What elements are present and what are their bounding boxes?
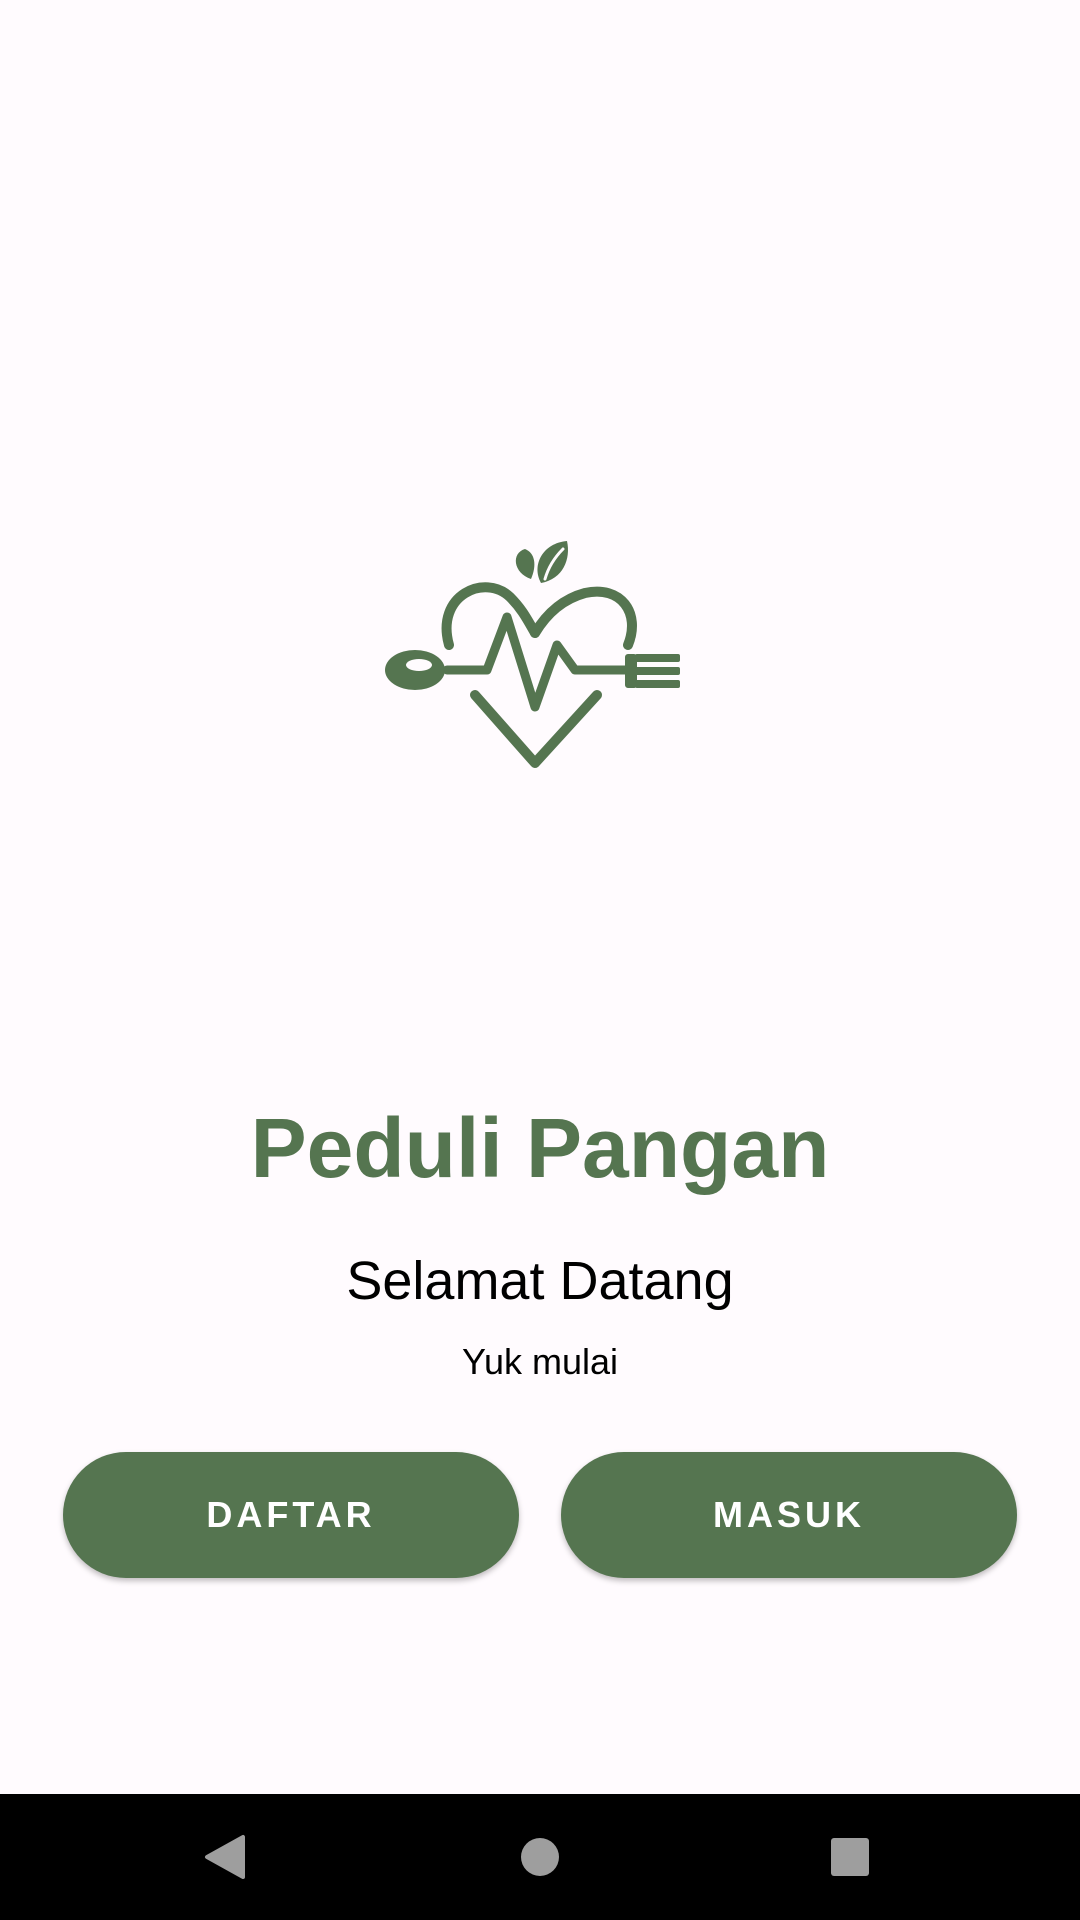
app-logo-icon — [385, 541, 680, 768]
recents-button[interactable] — [790, 1794, 910, 1920]
register-button[interactable]: DAFTAR — [63, 1452, 519, 1578]
login-button[interactable]: MASUK — [561, 1452, 1017, 1578]
back-button[interactable] — [165, 1794, 285, 1920]
welcome-screen: Peduli Pangan Selamat Datang Yuk mulai D… — [0, 0, 1080, 1920]
back-triangle-icon — [205, 1835, 245, 1879]
system-navigation-bar — [0, 1794, 1080, 1920]
app-title: Peduli Pangan — [250, 1101, 830, 1195]
welcome-heading: Selamat Datang — [346, 1251, 734, 1311]
home-button[interactable] — [480, 1794, 600, 1920]
home-circle-icon — [521, 1838, 559, 1876]
recents-square-icon — [831, 1838, 869, 1876]
welcome-subtitle: Yuk mulai — [461, 1341, 619, 1382]
